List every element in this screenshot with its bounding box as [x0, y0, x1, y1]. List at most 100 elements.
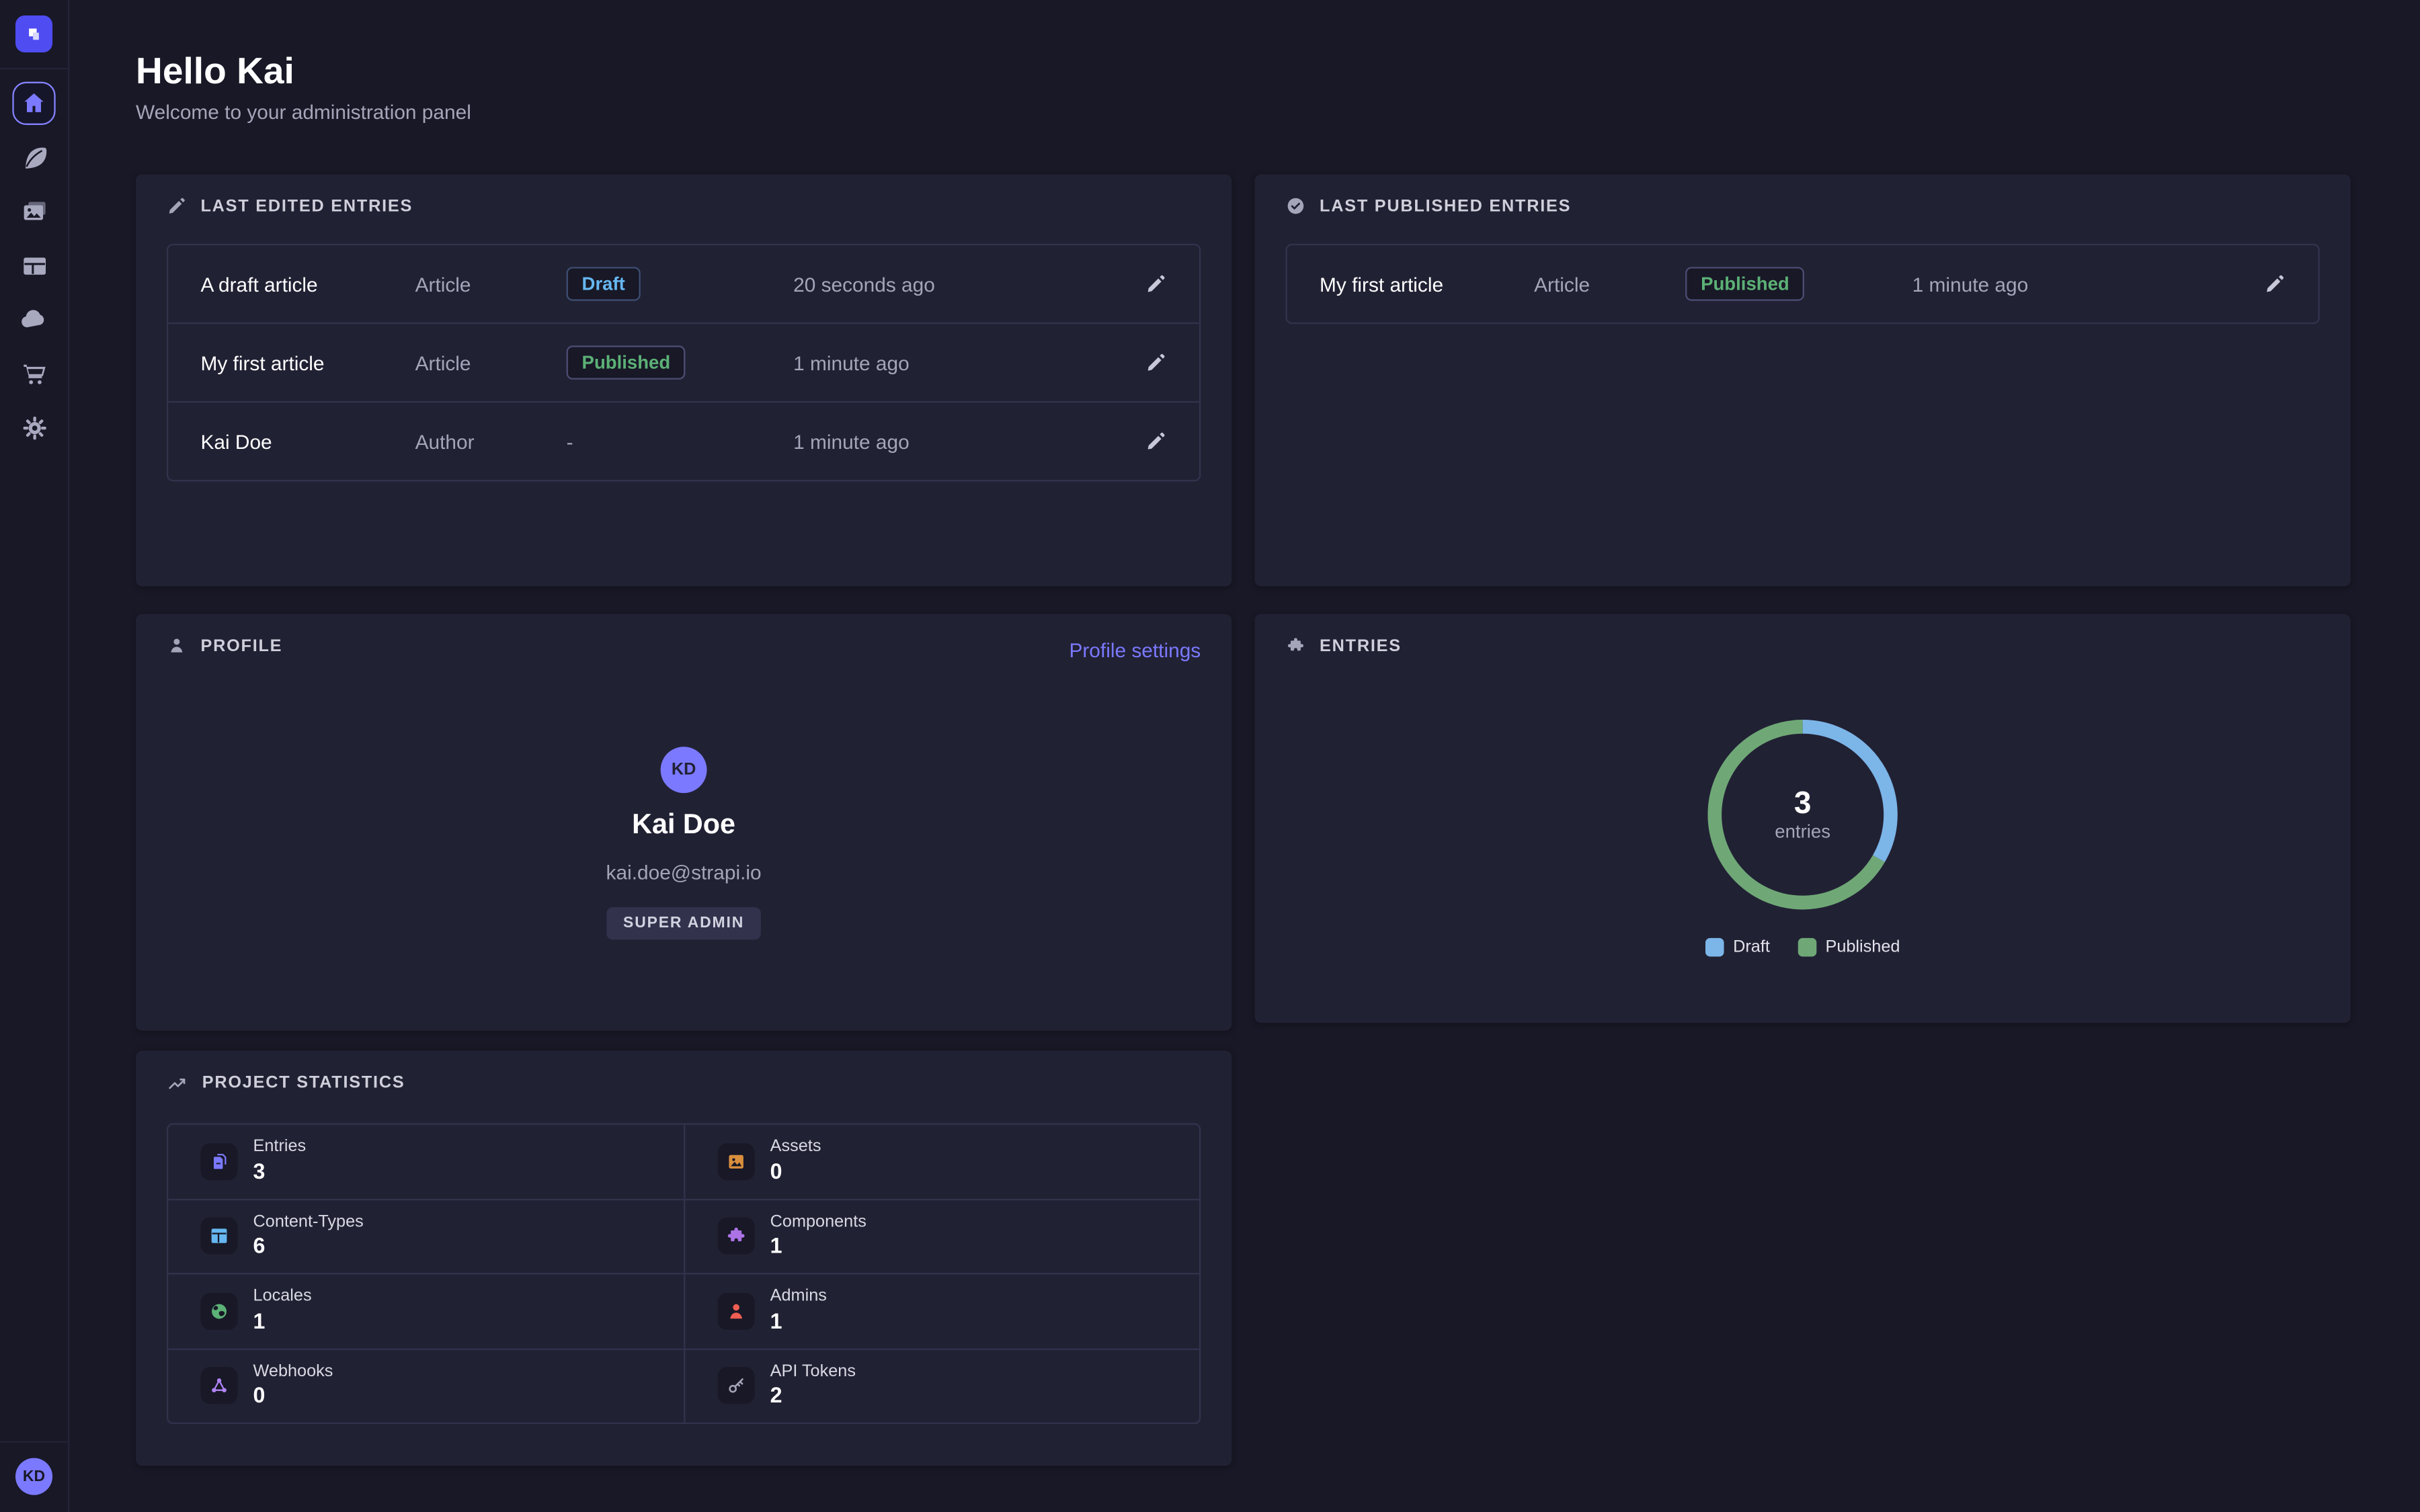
- stat-admins: Admins 1: [684, 1273, 1199, 1347]
- stat-value: 0: [253, 1383, 333, 1410]
- stat-locales: Locales 1: [168, 1273, 684, 1347]
- pencil-icon: [167, 196, 187, 216]
- table-row: Kai Doe Author - 1 minute ago: [168, 401, 1199, 480]
- status-badge: Published: [1685, 267, 1805, 301]
- puzzle-icon: [1286, 636, 1306, 656]
- stat-value: 1: [770, 1233, 866, 1260]
- sidebar-item-content-type-builder[interactable]: [12, 244, 55, 287]
- role-badge: SUPER ADMIN: [606, 907, 762, 939]
- page-subtitle: Welcome to your administration panel: [136, 100, 471, 123]
- profile-name: Kai Doe: [136, 808, 1232, 841]
- entry-type: Author: [415, 429, 567, 452]
- sidebar: KD: [0, 0, 69, 1512]
- cart-icon: [19, 359, 49, 388]
- sidebar-bottom-divider: [0, 1441, 68, 1442]
- stat-label: API Tokens: [770, 1361, 856, 1383]
- stat-value: 3: [253, 1159, 307, 1185]
- gear-icon: [19, 413, 49, 442]
- profile-settings-link[interactable]: Profile settings: [1069, 639, 1201, 662]
- entries-total: 3: [1794, 787, 1812, 821]
- edit-entry-button[interactable]: [2264, 273, 2286, 294]
- profile-avatar-row: KD: [136, 747, 1232, 793]
- entry-type: Article: [415, 351, 567, 374]
- entries-chart-card: ENTRIES 3 entries Draft Published: [1255, 614, 2351, 1023]
- card-title: PROFILE: [200, 636, 282, 655]
- stat-value: 1: [770, 1308, 827, 1335]
- edit-entry-button[interactable]: [1145, 431, 1167, 452]
- card-title: LAST PUBLISHED ENTRIES: [1320, 197, 1571, 216]
- stat-label: Entries: [253, 1137, 307, 1159]
- entries-unit: entries: [1775, 821, 1830, 842]
- strapi-logo[interactable]: [15, 15, 52, 52]
- puzzle-icon: [718, 1218, 755, 1255]
- stat-api-tokens: API Tokens 2: [684, 1347, 1199, 1422]
- card-title: ENTRIES: [1320, 636, 1402, 655]
- feather-icon: [19, 142, 49, 172]
- sidebar-item-media-library[interactable]: [12, 190, 55, 233]
- table-row: My first article Article Published 1 min…: [1287, 245, 2318, 323]
- webhook-icon: [200, 1368, 237, 1404]
- stat-value: 0: [770, 1159, 821, 1185]
- entry-type: Article: [1534, 272, 1685, 295]
- sidebar-item-home[interactable]: [12, 82, 55, 125]
- sidebar-nav: [12, 82, 55, 449]
- table-row: My first article Article Published 1 min…: [168, 323, 1199, 401]
- legend-item-draft: Draft: [1705, 938, 1770, 957]
- strapi-dashboard: KD Hello Kai Welcome to your administrat…: [0, 0, 2420, 1512]
- status-empty: -: [567, 429, 794, 452]
- status-badge: Draft: [567, 267, 641, 301]
- stat-value: 1: [253, 1308, 312, 1335]
- edit-entry-button[interactable]: [1145, 351, 1167, 373]
- pencil-icon: [2264, 273, 2286, 294]
- pencil-icon: [1145, 431, 1167, 452]
- sidebar-item-deploy[interactable]: [12, 298, 55, 341]
- home-icon: [20, 89, 48, 117]
- stat-label: Locales: [253, 1287, 312, 1308]
- picture-icon: [718, 1143, 755, 1180]
- stat-content-types: Content-Types 6: [168, 1198, 684, 1273]
- stat-label: Content-Types: [253, 1212, 364, 1234]
- layout-icon: [200, 1218, 237, 1255]
- stat-entries: Entries 3: [168, 1125, 684, 1198]
- table-row: A draft article Article Draft 20 seconds…: [168, 245, 1199, 323]
- sidebar-item-content-manager[interactable]: [12, 136, 55, 179]
- sidebar-bottom: KD: [0, 1441, 68, 1512]
- stat-label: Webhooks: [253, 1361, 333, 1383]
- cloud-icon: [19, 304, 50, 335]
- entry-time: 1 minute ago: [793, 429, 1133, 452]
- pencil-icon: [1145, 273, 1167, 294]
- sidebar-item-settings[interactable]: [12, 406, 55, 449]
- legend-label: Draft: [1733, 938, 1770, 957]
- key-icon: [718, 1368, 755, 1404]
- user-avatar[interactable]: KD: [15, 1458, 52, 1495]
- entry-time: 20 seconds ago: [793, 272, 1133, 295]
- entry-name: A draft article: [200, 272, 415, 295]
- sidebar-divider: [0, 68, 68, 69]
- stats-table: Entries 3 Assets 0 Content-Types: [167, 1123, 1201, 1424]
- user-icon: [167, 636, 187, 656]
- stat-components: Components 1: [684, 1198, 1199, 1273]
- check-circle-icon: [1286, 196, 1306, 216]
- avatar: KD: [661, 747, 707, 793]
- chart-legend: Draft Published: [1255, 938, 2351, 957]
- card-title: LAST EDITED ENTRIES: [200, 197, 413, 216]
- last-published-table: My first article Article Published 1 min…: [1286, 244, 2320, 324]
- last-published-entries-card: LAST PUBLISHED ENTRIES My first article …: [1255, 174, 2351, 586]
- entry-name: My first article: [1320, 272, 1534, 295]
- entry-name: Kai Doe: [200, 429, 415, 452]
- entry-type: Article: [415, 272, 567, 295]
- entries-donut-chart: 3 entries: [1704, 716, 1902, 913]
- profile-card: PROFILE Profile settings KD Kai Doe kai.…: [136, 614, 1232, 1031]
- user-icon: [718, 1292, 755, 1329]
- status-badge: Published: [567, 345, 686, 380]
- strapi-logo-icon: [23, 23, 44, 44]
- media-library-icon: [19, 197, 49, 226]
- sidebar-item-marketplace[interactable]: [12, 351, 55, 394]
- edit-entry-button[interactable]: [1145, 273, 1167, 294]
- entry-name: My first article: [200, 351, 415, 374]
- globe-icon: [200, 1292, 237, 1329]
- stat-value: 2: [770, 1383, 856, 1410]
- stat-assets: Assets 0: [684, 1125, 1199, 1198]
- entry-time: 1 minute ago: [1912, 272, 2252, 295]
- documents-icon: [200, 1143, 237, 1180]
